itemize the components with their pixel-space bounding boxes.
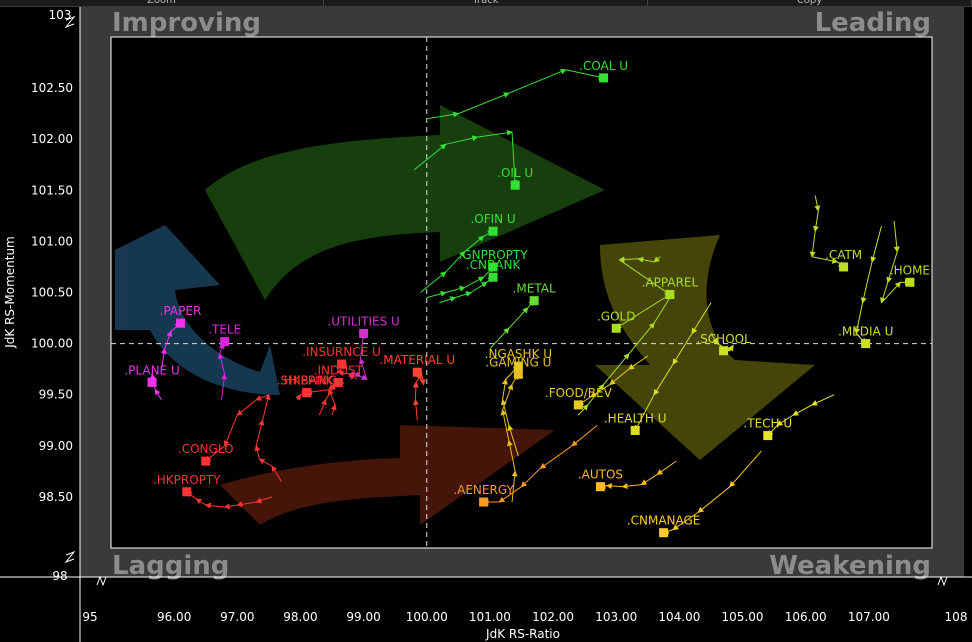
x-edge-label-right: 108 — [945, 610, 968, 624]
series-head-marker[interactable] — [147, 377, 157, 387]
series-label: .AUTOS — [578, 468, 623, 482]
y-tick-label: 102.00 — [31, 132, 73, 146]
series-label: .HOME — [890, 263, 930, 277]
series-label: .CNMANAGE — [627, 514, 701, 528]
x-tick-label: 100.00 — [406, 610, 448, 624]
x-axis-break-left — [96, 575, 107, 587]
x-tick-label: 103.00 — [595, 610, 637, 624]
series-label: .CNBANK — [466, 258, 522, 272]
quadrant-label-improving: Improving — [112, 8, 261, 38]
y-tick-label: 100.50 — [31, 286, 73, 300]
series-head-marker[interactable] — [302, 388, 312, 398]
x-tick-label: 107.00 — [848, 610, 890, 624]
y-axis-break-bottom — [64, 550, 76, 564]
x-edge-label-left: 95 — [82, 610, 97, 624]
rrg-chart: Improving Leading Lagging Weakening 96.0… — [0, 7, 972, 642]
series-label: .AENERGY — [453, 483, 514, 497]
series-label: .OIL U — [497, 166, 533, 180]
series-label: .UTILITIES U — [327, 314, 399, 328]
series-label: .TECH U — [743, 417, 792, 431]
series-label: .HKPROPTY — [153, 473, 221, 487]
series-head-marker[interactable] — [763, 431, 773, 441]
series-head-marker[interactable] — [182, 487, 192, 497]
y-tick-labels: 98.50 99.00 99.50 100.00 100.50 101.00 101.50 1… — [31, 81, 73, 504]
series-head-marker[interactable] — [659, 528, 669, 538]
series-head-marker[interactable] — [861, 339, 871, 349]
series-label: .METAL — [513, 282, 556, 296]
x-tick-label: 98.00 — [283, 610, 317, 624]
series-label: .HEALTH U — [604, 411, 667, 425]
series-head-marker[interactable] — [839, 262, 849, 272]
x-tick-label: 96.00 — [157, 610, 191, 624]
series-head-marker[interactable] — [719, 346, 729, 356]
y-tick-label: 99.50 — [39, 388, 73, 402]
tail-segment — [412, 381, 419, 400]
series-label: .SCHOOL — [696, 332, 751, 346]
series-head-marker[interactable] — [595, 482, 605, 492]
series-head-marker[interactable] — [201, 456, 211, 466]
series-head-marker[interactable] — [611, 323, 621, 333]
y-tick-label: 100.00 — [31, 337, 73, 351]
series-head-marker[interactable] — [412, 367, 422, 377]
x-axis-title: JdK RS-Ratio — [485, 627, 560, 641]
series-head-marker[interactable] — [630, 425, 640, 435]
x-tick-label: 97.00 — [220, 610, 254, 624]
series-head-marker[interactable] — [359, 328, 369, 338]
y-edge-label-bottom: 98 — [52, 569, 67, 583]
y-tick-label: 101.00 — [31, 234, 73, 248]
x-tick-label: 99.00 — [346, 610, 380, 624]
series-label: .PAPER — [160, 304, 202, 318]
x-tick-labels: 96.00 97.00 98.00 99.00 100.00 101.00 102.00 10… — [157, 610, 890, 624]
series-label: .GOLD — [597, 309, 635, 323]
series-label: .PLANE U — [124, 363, 179, 377]
series-label: .FOOD/BEV — [545, 386, 613, 400]
series-head-marker[interactable] — [479, 497, 489, 507]
series-label: .HKBANK — [280, 374, 335, 388]
y-tick-label: 99.00 — [39, 439, 73, 453]
series-head-marker[interactable] — [175, 318, 185, 328]
x-tick-label: 101.00 — [469, 610, 511, 624]
series-label: .APPAREL — [642, 276, 699, 290]
series-head-marker[interactable] — [529, 296, 539, 306]
series-head-marker[interactable] — [488, 272, 498, 282]
series-label: .INSURNCE U — [302, 345, 381, 359]
x-tick-label: 106.00 — [785, 610, 827, 624]
series-label: .MEDIA U — [838, 325, 893, 339]
series-head-marker[interactable] — [488, 226, 498, 236]
x-tick-label: 102.00 — [532, 610, 574, 624]
series-head-marker[interactable] — [513, 369, 523, 379]
series-head-marker[interactable] — [573, 400, 583, 410]
x-tick-label: 104.00 — [658, 610, 700, 624]
series-label: .TELE — [208, 323, 241, 337]
y-tick-label: 101.50 — [31, 183, 73, 197]
series-label: .GAMING U — [485, 355, 551, 369]
series-label: .COAL U — [579, 59, 628, 73]
series-head-marker[interactable] — [220, 337, 230, 347]
series-head-marker[interactable] — [905, 277, 915, 287]
y-tick-label: 98.50 — [39, 490, 73, 504]
series-label: .MATERIAL U — [379, 353, 455, 367]
quadrant-label-leading: Leading — [815, 8, 931, 38]
series-label: .OFIN U — [470, 212, 515, 226]
series-head-marker[interactable] — [599, 73, 609, 83]
y-tick-label: 102.50 — [31, 81, 73, 95]
series-label: .CATM — [825, 248, 862, 262]
series-label: .CONGLO — [178, 442, 234, 456]
x-axis-break-right — [937, 575, 948, 587]
series-head-marker[interactable] — [510, 180, 520, 190]
y-edge-label-top: 103 — [49, 8, 72, 22]
x-tick-label: 105.00 — [722, 610, 764, 624]
y-axis-title: JdK RS-Momentum — [3, 236, 17, 349]
